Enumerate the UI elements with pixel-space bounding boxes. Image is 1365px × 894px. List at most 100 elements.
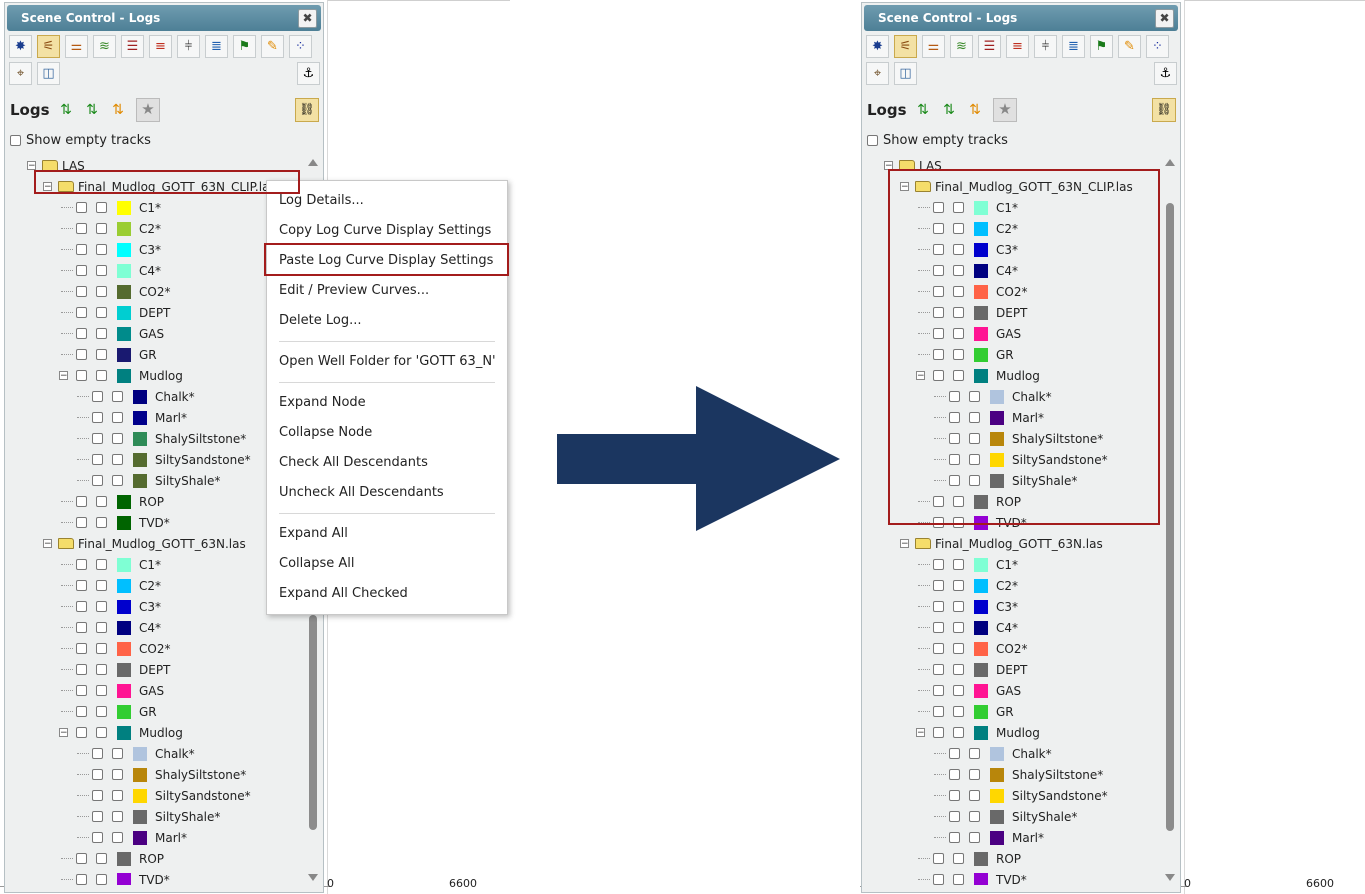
track-checkbox[interactable] xyxy=(96,664,107,675)
points-icon[interactable]: ⁘ xyxy=(289,35,312,58)
menu-item[interactable]: Collapse Node xyxy=(279,425,372,440)
scroll-down-icon[interactable] xyxy=(1165,874,1175,881)
tree-item-lithology[interactable]: Marl* xyxy=(92,827,187,848)
visibility-checkbox[interactable] xyxy=(933,601,944,612)
sort-down-icon[interactable]: ⇅ xyxy=(55,99,77,121)
tree-item-lithology[interactable]: SiltySandstone* xyxy=(92,785,251,806)
visibility-checkbox[interactable] xyxy=(76,643,87,654)
curve-color-swatch[interactable] xyxy=(133,788,147,803)
visibility-checkbox[interactable] xyxy=(92,790,103,801)
unlink-icon[interactable]: ⛓ xyxy=(295,98,319,122)
show-empty-tracks-toggle[interactable]: Show empty tracks xyxy=(10,133,151,148)
menu-item[interactable]: Log Details... xyxy=(279,193,364,208)
layers-icon[interactable]: ☰ xyxy=(978,35,1001,58)
tree-item-curve[interactable]: TVD* xyxy=(76,512,170,533)
track-checkbox[interactable] xyxy=(953,580,964,591)
track-checkbox[interactable] xyxy=(96,685,107,696)
curve-color-swatch[interactable] xyxy=(117,599,131,614)
track-checkbox[interactable] xyxy=(112,769,123,780)
track-checkbox[interactable] xyxy=(96,265,107,276)
tree-item-curve[interactable]: TVD* xyxy=(76,869,170,885)
tree-item-lithology[interactable]: Marl* xyxy=(92,407,187,428)
visibility-checkbox[interactable] xyxy=(92,748,103,759)
track-checkbox[interactable] xyxy=(969,790,980,801)
tree-node-log-file[interactable]: Final_Mudlog_GOTT_63N.las xyxy=(915,533,1103,554)
visibility-checkbox[interactable] xyxy=(92,769,103,780)
curve-color-swatch[interactable] xyxy=(117,368,131,383)
curve-color-swatch[interactable] xyxy=(117,704,131,719)
curve-color-swatch[interactable] xyxy=(990,767,1004,782)
menu-item[interactable]: Expand All Checked xyxy=(279,586,408,601)
visibility-checkbox[interactable] xyxy=(933,706,944,717)
visibility-checkbox[interactable] xyxy=(949,748,960,759)
split-view-icon[interactable]: ◫ xyxy=(37,62,60,85)
sort-up-icon[interactable]: ⇅ xyxy=(107,99,129,121)
scroll-thumb[interactable] xyxy=(309,615,317,830)
curve-color-swatch[interactable] xyxy=(974,557,988,572)
collapse-toggle-icon[interactable]: − xyxy=(59,728,68,738)
curve-color-swatch[interactable] xyxy=(117,872,131,885)
track-checkbox[interactable] xyxy=(112,454,123,465)
track-checkbox[interactable] xyxy=(953,685,964,696)
zones-icon[interactable]: ≡ xyxy=(149,35,172,58)
pencil-icon[interactable]: ✎ xyxy=(1118,35,1141,58)
track-checkbox[interactable] xyxy=(96,244,107,255)
track-checkbox[interactable] xyxy=(112,832,123,843)
curve-color-swatch[interactable] xyxy=(117,620,131,635)
visibility-checkbox[interactable] xyxy=(949,769,960,780)
pencil-icon[interactable]: ✎ xyxy=(261,35,284,58)
tree-item-curve[interactable]: GAS xyxy=(76,323,164,344)
track-checkbox[interactable] xyxy=(112,475,123,486)
visibility-checkbox[interactable] xyxy=(76,664,87,675)
tree-item-curve[interactable]: C2* xyxy=(933,575,1018,596)
horizons-icon[interactable]: ≣ xyxy=(205,35,228,58)
tree-item-curve[interactable]: C1* xyxy=(76,554,161,575)
tree-item-curve[interactable]: C2* xyxy=(76,575,161,596)
track-checkbox[interactable] xyxy=(96,706,107,717)
tree-item-lithology[interactable]: Marl* xyxy=(949,827,1044,848)
menu-item[interactable]: Uncheck All Descendants xyxy=(279,485,444,500)
curve-color-swatch[interactable] xyxy=(974,851,988,866)
collapse-toggle-icon[interactable]: − xyxy=(43,539,52,549)
track-checkbox[interactable] xyxy=(96,349,107,360)
scene-icon[interactable]: ✸ xyxy=(9,35,32,58)
curve-color-swatch[interactable] xyxy=(133,452,147,467)
tree-item-curve[interactable]: C2* xyxy=(76,218,161,239)
visibility-checkbox[interactable] xyxy=(949,832,960,843)
sort-down-icon[interactable]: ⇅ xyxy=(912,99,934,121)
sort-down-alt-icon[interactable]: ⇅ xyxy=(938,99,960,121)
track-checkbox[interactable] xyxy=(953,622,964,633)
tree-item-curve[interactable]: C3* xyxy=(933,596,1018,617)
tree-item-curve[interactable]: CO2* xyxy=(76,281,170,302)
visibility-checkbox[interactable] xyxy=(76,286,87,297)
visibility-checkbox[interactable] xyxy=(933,643,944,654)
split-view-icon[interactable]: ◫ xyxy=(894,62,917,85)
track-checkbox[interactable] xyxy=(96,286,107,297)
tree-item-curve[interactable]: C1* xyxy=(76,197,161,218)
visibility-checkbox[interactable] xyxy=(933,874,944,885)
tree-item-curve[interactable]: C4* xyxy=(76,617,161,638)
visibility-checkbox[interactable] xyxy=(949,811,960,822)
tree-item-lithology[interactable]: SiltyShale* xyxy=(92,470,220,491)
menu-item[interactable]: Expand Node xyxy=(279,395,366,410)
visibility-checkbox[interactable] xyxy=(76,307,87,318)
visibility-checkbox[interactable] xyxy=(933,664,944,675)
track-checkbox[interactable] xyxy=(953,706,964,717)
visibility-checkbox[interactable] xyxy=(76,328,87,339)
track-checkbox[interactable] xyxy=(96,853,107,864)
track-checkbox[interactable] xyxy=(953,727,964,738)
well-tops-icon[interactable]: ⚌ xyxy=(65,35,88,58)
menu-item[interactable]: Copy Log Curve Display Settings xyxy=(279,223,491,238)
visibility-checkbox[interactable] xyxy=(933,559,944,570)
visibility-checkbox[interactable] xyxy=(92,454,103,465)
visibility-checkbox[interactable] xyxy=(92,475,103,486)
visibility-checkbox[interactable] xyxy=(92,412,103,423)
track-checkbox[interactable] xyxy=(96,601,107,612)
track-checkbox[interactable] xyxy=(112,811,123,822)
tree-item-lithology[interactable]: SiltySandstone* xyxy=(92,449,251,470)
tree-item-curve[interactable]: C3* xyxy=(76,596,161,617)
visibility-checkbox[interactable] xyxy=(76,370,87,381)
track-checkbox[interactable] xyxy=(112,412,123,423)
visibility-checkbox[interactable] xyxy=(76,580,87,591)
track-checkbox[interactable] xyxy=(112,790,123,801)
